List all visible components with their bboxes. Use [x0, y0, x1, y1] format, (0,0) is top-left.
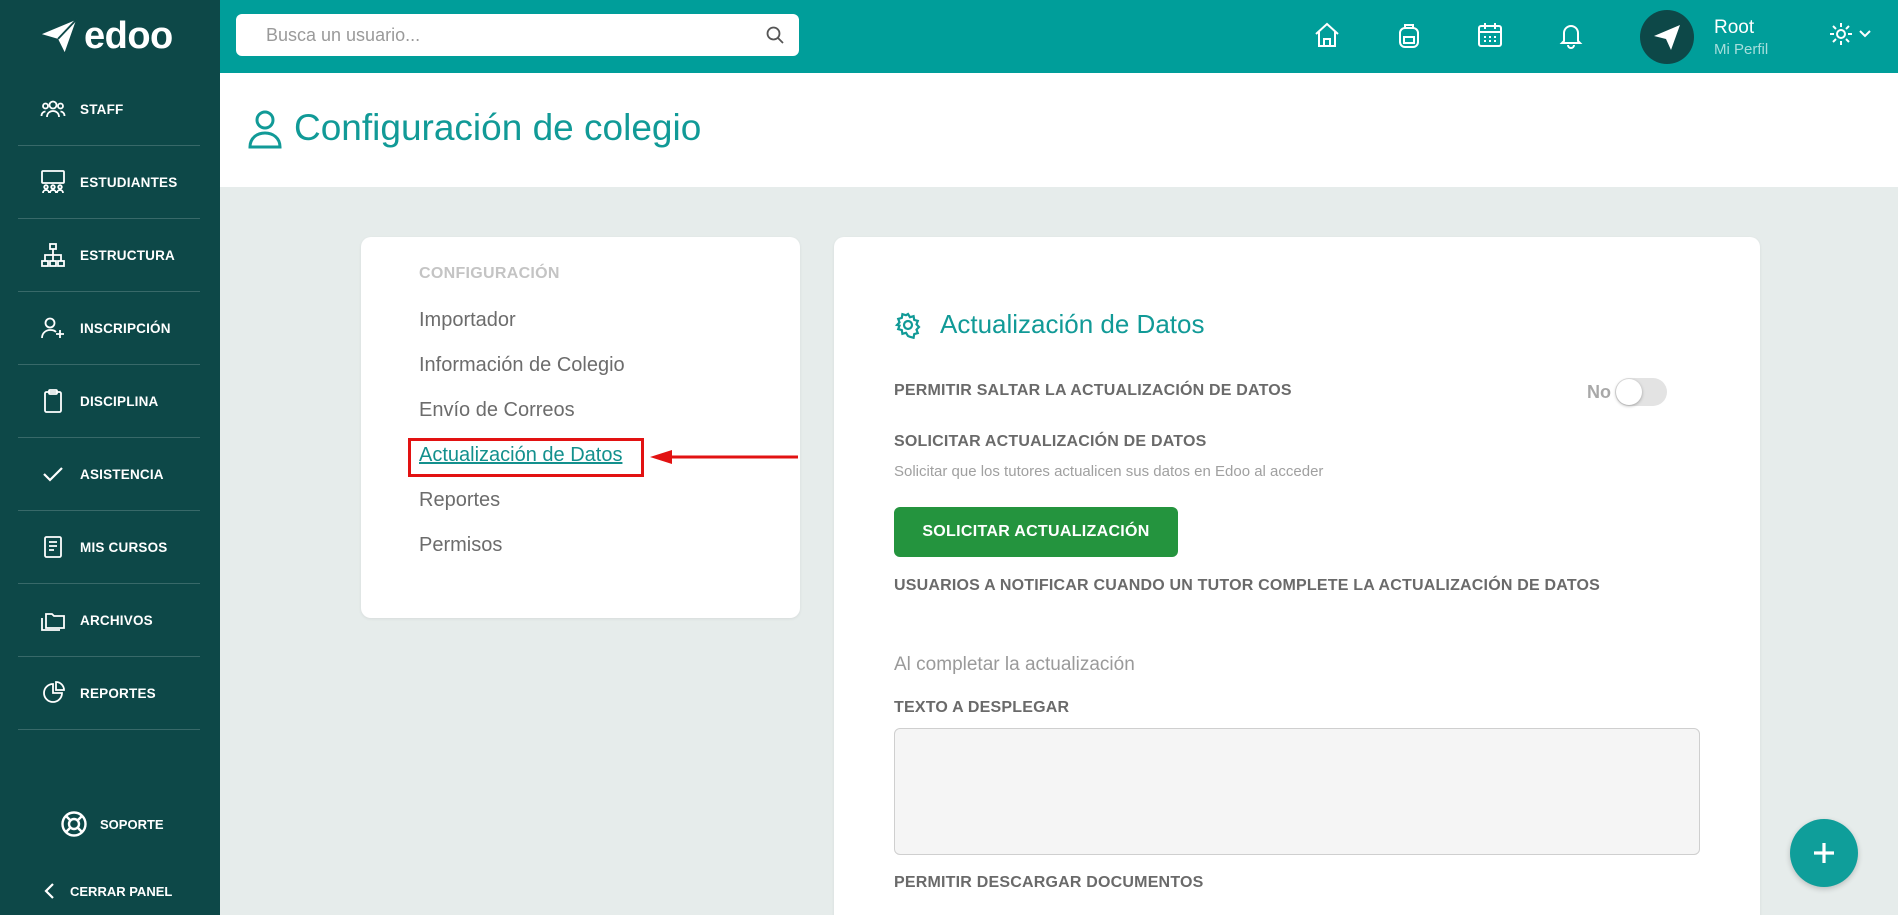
sidebar-item-label: ASISTENCIA — [80, 466, 164, 482]
close-panel-label: CERRAR PANEL — [70, 883, 173, 899]
home-button[interactable] — [1312, 20, 1342, 50]
page-title: Configuración de colegio — [294, 107, 702, 148]
page-header: Configuración de colegio — [220, 73, 1898, 187]
plus-icon — [1814, 843, 1834, 863]
request-update-help: Solicitar que los tutores actualicen sus… — [894, 463, 1324, 480]
support-label: SOPORTE — [100, 816, 164, 832]
config-item-informacion-colegio[interactable]: Información de Colegio — [419, 354, 625, 377]
chevron-down-icon — [1859, 30, 1871, 38]
user-subtitle: Mi Perfil — [1714, 40, 1769, 58]
sidebar-item-label: INSCRIPCIÓN — [80, 320, 171, 336]
toggle-knob — [1616, 379, 1642, 405]
avatar — [1640, 10, 1694, 64]
add-user-icon — [41, 317, 64, 339]
lifebuoy-icon — [61, 811, 87, 837]
data-update-card: Actualización de Datos PERMITIR SALTAR L… — [834, 237, 1760, 915]
sidebar: edoo STAFF ESTUDIANTES ESTRUCTURA INSCRI… — [0, 0, 220, 915]
allow-download-label: PERMITIR DESCARGAR DOCUMENTOS — [894, 874, 1204, 891]
calendar-icon — [1478, 23, 1502, 47]
user-profile[interactable]: Root Mi Perfil — [1640, 10, 1768, 64]
section-title: Actualización de Datos — [940, 309, 1205, 339]
notify-users-label: USUARIOS A NOTIFICAR CUANDO UN TUTOR COM… — [894, 577, 1601, 594]
backpack-button[interactable] — [1394, 20, 1424, 50]
search-input[interactable] — [266, 24, 765, 46]
annotation-arrow — [650, 450, 798, 464]
calendar-button[interactable] — [1475, 20, 1505, 50]
user-icon — [248, 110, 282, 149]
check-icon — [43, 467, 63, 482]
edoo-logo[interactable]: edoo — [40, 14, 173, 58]
folder-icon — [41, 613, 65, 631]
backpack-icon — [1399, 24, 1419, 48]
sidebar-item-disciplina[interactable]: DISCIPLINA — [18, 365, 200, 438]
allow-skip-label: PERMITIR SALTAR LA ACTUALIZACIÓN DE DATO… — [894, 382, 1292, 399]
request-update-label: SOLICITAR ACTUALIZACIÓN DE DATOS — [894, 433, 1207, 450]
sidebar-item-inscripcion[interactable]: INSCRIPCIÓN — [18, 292, 200, 365]
support-button[interactable]: SOPORTE — [60, 810, 164, 838]
search-box — [236, 14, 799, 56]
toggle-switch[interactable] — [1615, 378, 1667, 406]
sidebar-item-label: ARCHIVOS — [80, 612, 153, 628]
display-text-label: TEXTO A DESPLEGAR — [894, 699, 1070, 716]
sidebar-item-label: ESTRUCTURA — [80, 247, 175, 263]
sidebar-item-archivos[interactable]: ARCHIVOS — [18, 584, 200, 657]
logo-text: edoo — [84, 14, 173, 57]
sidebar-item-reportes[interactable]: REPORTES — [18, 657, 200, 730]
clipboard-icon — [44, 389, 62, 413]
config-item-permisos[interactable]: Permisos — [419, 534, 502, 557]
section-header: Actualización de Datos — [894, 309, 1204, 340]
config-item-envio-correos[interactable]: Envío de Correos — [419, 399, 575, 422]
bell-icon — [1559, 25, 1583, 49]
user-info: Root Mi Perfil — [1714, 17, 1768, 58]
notifications-button[interactable] — [1556, 20, 1586, 50]
display-text-input[interactable] — [894, 728, 1700, 855]
staff-icon — [40, 100, 66, 118]
on-complete-heading: Al completar la actualización — [894, 654, 1135, 675]
config-item-importador[interactable]: Importador — [419, 309, 516, 332]
structure-icon — [41, 243, 65, 267]
home-icon — [1315, 22, 1339, 47]
sidebar-nav: STAFF ESTUDIANTES ESTRUCTURA INSCRIPCIÓN… — [18, 73, 200, 730]
config-menu-card: CONFIGURACIÓN Importador Información de … — [361, 237, 800, 618]
settings-menu[interactable] — [1828, 21, 1872, 47]
paper-plane-icon — [1654, 25, 1680, 50]
toggle-state-label: No — [1587, 381, 1611, 402]
sidebar-item-label: ESTUDIANTES — [80, 174, 178, 190]
sidebar-item-asistencia[interactable]: ASISTENCIA — [18, 438, 200, 511]
request-update-button[interactable]: SOLICITAR ACTUALIZACIÓN — [894, 507, 1178, 557]
close-panel-button[interactable]: CERRAR PANEL — [42, 882, 172, 900]
students-icon — [41, 170, 65, 194]
config-item-actualizacion-datos[interactable]: Actualización de Datos — [419, 444, 622, 467]
sidebar-item-label: DISCIPLINA — [80, 393, 159, 409]
gear-icon — [1830, 23, 1852, 45]
sidebar-item-label: REPORTES — [80, 685, 156, 701]
book-icon — [44, 536, 62, 558]
search-icon[interactable] — [765, 25, 785, 45]
paper-plane-icon — [41, 19, 77, 53]
config-item-reportes[interactable]: Reportes — [419, 489, 500, 512]
user-name: Root — [1714, 16, 1755, 38]
add-button[interactable] — [1790, 819, 1858, 887]
sidebar-item-mis-cursos[interactable]: MIS CURSOS — [18, 511, 200, 584]
pie-chart-icon — [43, 681, 65, 703]
config-menu-heading: CONFIGURACIÓN — [419, 265, 560, 282]
sidebar-item-estudiantes[interactable]: ESTUDIANTES — [18, 146, 200, 219]
sidebar-item-label: STAFF — [80, 101, 124, 117]
chevron-left-icon — [44, 883, 54, 899]
topbar: Root Mi Perfil — [220, 0, 1898, 73]
gear-icon — [894, 312, 921, 339]
sidebar-item-label: MIS CURSOS — [80, 539, 168, 555]
sidebar-item-staff[interactable]: STAFF — [18, 73, 200, 146]
sidebar-item-estructura[interactable]: ESTRUCTURA — [18, 219, 200, 292]
allow-skip-toggle[interactable]: No — [1587, 378, 1667, 406]
